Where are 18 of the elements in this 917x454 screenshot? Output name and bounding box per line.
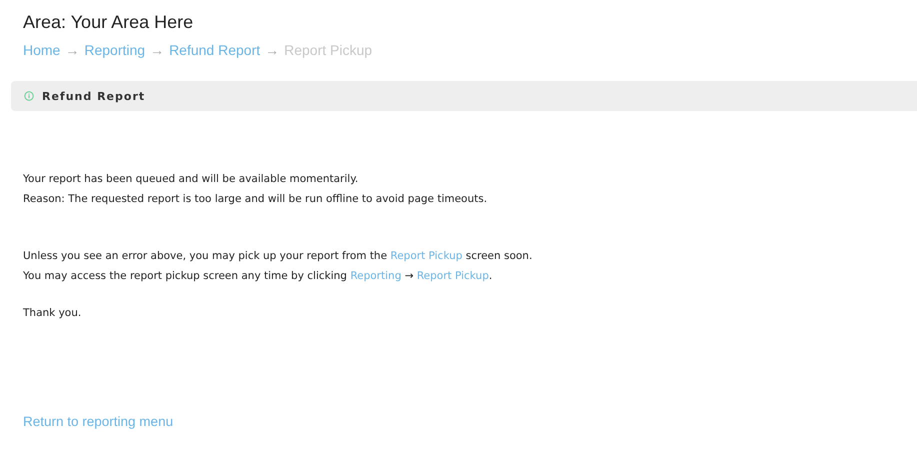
return-link[interactable]: Return to reporting menu — [23, 414, 174, 429]
report-link[interactable]: Reporting — [350, 270, 402, 282]
breadcrumb-separator: → — [265, 41, 280, 60]
message-text: Your report has been queued and will be available momentarily. — [23, 172, 360, 187]
breadcrumb-link[interactable]: Refund Report — [169, 40, 260, 60]
report-link[interactable]: Report Pickup — [390, 250, 462, 262]
area-title: Area: Your Area Here — [23, 11, 194, 34]
breadcrumb-separator: → — [65, 41, 80, 60]
breadcrumb-separator: → — [150, 41, 164, 60]
breadcrumb-link[interactable]: Reporting — [84, 40, 146, 60]
breadcrumb-link[interactable]: Home — [23, 40, 60, 60]
message-text: Reason: The requested report is too large and will be run offline to avoid page timeouts. — [23, 192, 488, 207]
message-text: Thank you. — [23, 306, 82, 321]
report-link[interactable]: Report Pickup — [416, 270, 489, 282]
info-icon — [24, 91, 34, 101]
message-text: You may access the report pickup screen any time by clicking Reporting → Report Pickup. — [23, 269, 494, 284]
panel-title: Refund Report — [42, 90, 146, 102]
message-text: Unless you see an error above, you may pick up your report from the Report Pickup screen soon. — [23, 249, 534, 264]
